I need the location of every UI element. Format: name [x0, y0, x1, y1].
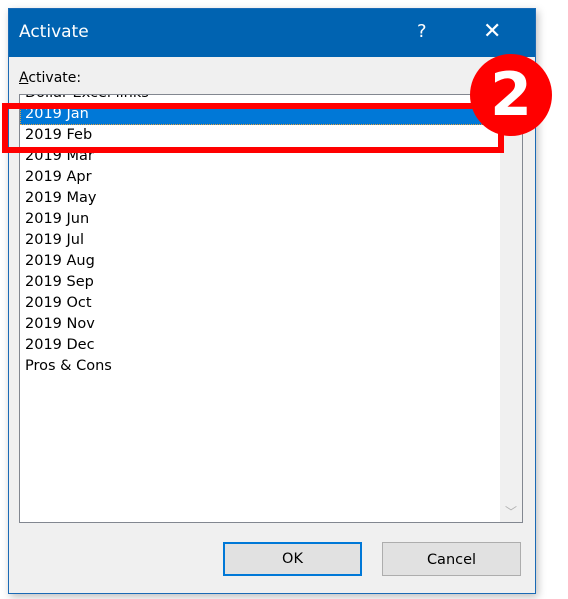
ok-button[interactable]: OK: [223, 542, 362, 576]
list-item[interactable]: 2019 Aug: [20, 251, 498, 272]
list-item[interactable]: 2019 May: [20, 188, 498, 209]
help-button[interactable]: ?: [417, 21, 427, 42]
scroll-down-icon[interactable]: ﹀: [500, 502, 522, 522]
list-item[interactable]: 2019 Dec: [20, 335, 498, 356]
list-item[interactable]: 2019 Jul: [20, 230, 498, 251]
accelerator-key: A: [19, 70, 29, 86]
list-item[interactable]: 2019 Sep: [20, 272, 498, 293]
list-item[interactable]: 2019 Jun: [20, 209, 498, 230]
list-item[interactable]: 2019 Apr: [20, 167, 498, 188]
close-icon[interactable]: ✕: [483, 19, 501, 44]
sheet-listbox[interactable]: Dollar Excel links2019 Jan2019 Feb2019 M…: [19, 94, 523, 523]
list-item[interactable]: 2019 Nov: [20, 314, 498, 335]
annotation-highlight-box: [2, 103, 504, 153]
cancel-button[interactable]: Cancel: [382, 542, 521, 576]
label-text: ctivate:: [28, 70, 82, 86]
dialog-title: Activate: [19, 22, 89, 42]
sheet-list-label: Activate:: [19, 70, 81, 86]
title-bar: Activate ? ✕: [9, 9, 535, 57]
activate-dialog: Activate ? ✕ Activate: Dollar Excel link…: [8, 8, 536, 594]
list-item[interactable]: Pros & Cons: [20, 356, 498, 377]
list-item[interactable]: 2019 Oct: [20, 293, 498, 314]
step-number-badge: 2: [470, 54, 552, 136]
vertical-scrollbar[interactable]: ﹀: [500, 95, 522, 522]
